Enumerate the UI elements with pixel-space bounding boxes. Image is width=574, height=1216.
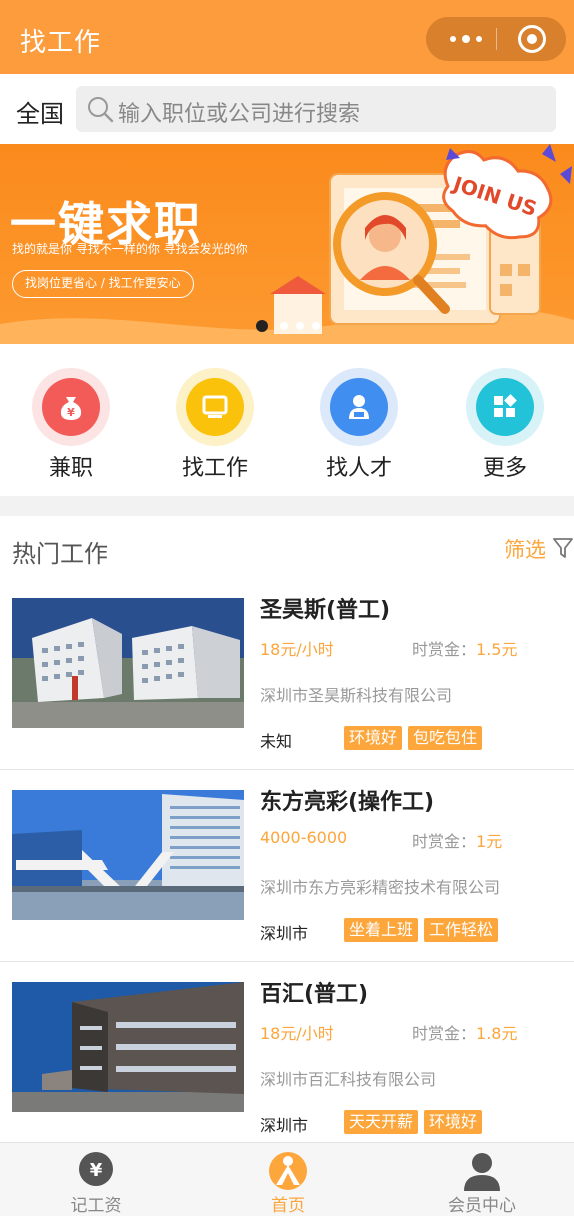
job-tag: 天天开薪 [344, 1110, 419, 1134]
icon-ring [320, 368, 398, 446]
job-photo [12, 982, 244, 1112]
job-city: 未知 [260, 732, 293, 751]
bottom-tab-bar: ¥ 记工资 首页 会员中心 [0, 1142, 574, 1216]
bounty-label: 时赏金： [412, 640, 477, 659]
carousel-dot[interactable] [296, 322, 304, 330]
tab-home[interactable]: 首页 [218, 1143, 358, 1216]
carousel-dot[interactable] [280, 322, 288, 330]
capsule-divider [496, 28, 497, 50]
tab-member-center[interactable]: 会员中心 [412, 1143, 552, 1216]
job-tag: 环境好 [424, 1110, 483, 1134]
quick-item-label: 找人才 [325, 456, 392, 481]
top-nav-bar: 找工作 [0, 0, 574, 74]
job-city: 深圳市 [260, 1116, 309, 1135]
job-card[interactable]: 东方亮彩(操作工) 4000-6000 时赏金：1元 深圳市东方亮彩精密技术有限… [0, 770, 574, 962]
quick-item-find-talent[interactable]: 找人才 [314, 368, 404, 488]
filter-icon[interactable] [552, 536, 574, 560]
job-title: 东方亮彩(操作工) [260, 790, 435, 815]
job-tag: 环境好 [344, 726, 403, 750]
svg-text:¥: ¥ [67, 406, 75, 419]
home-person-icon [269, 1152, 307, 1190]
bounty-label: 时赏金： [412, 832, 477, 851]
bounty-value: 1元 [476, 832, 503, 851]
job-tag: 坐着上班 [344, 918, 419, 942]
job-card[interactable]: 百汇(普工) 18元/小时 时赏金：1.8元 深圳市百汇科技有限公司 深圳市 天… [0, 962, 574, 1154]
job-company: 深圳市东方亮彩精密技术有限公司 [260, 878, 501, 897]
region-selector[interactable]: 全国 [16, 94, 64, 129]
job-tags: 坐着上班 工作轻松 [344, 918, 504, 942]
job-salary: 4000-6000 [260, 828, 348, 847]
more-dots-icon[interactable] [444, 29, 494, 49]
job-salary: 18元/小时 [260, 1024, 334, 1043]
search-icon [88, 97, 114, 123]
job-photo [12, 598, 244, 728]
job-tags: 天天开薪 环境好 [344, 1110, 488, 1134]
quick-item-label: 找工作 [181, 456, 248, 481]
search-input[interactable]: 输入职位或公司进行搜索 [76, 86, 556, 132]
mini-program-capsule [426, 17, 566, 61]
banner-slogan: 找的就是你 寻找不一样的你 寻找会发光的你 [12, 242, 248, 256]
job-card[interactable]: 圣昊斯(普工) 18元/小时 时赏金：1.5元 深圳市圣昊斯科技有限公司 未知 … [0, 578, 574, 770]
job-title: 百汇(普工) [260, 982, 369, 1007]
carousel-dot[interactable] [312, 322, 320, 330]
close-target-icon[interactable] [518, 25, 546, 53]
quick-item-part-time[interactable]: ¥ 兼职 [26, 368, 116, 488]
svg-text:¥: ¥ [90, 1160, 103, 1181]
job-tags: 环境好 包吃包住 [344, 726, 488, 750]
job-company: 深圳市圣昊斯科技有限公司 [260, 686, 453, 705]
bounty-value: 1.5元 [476, 640, 518, 659]
job-title: 圣昊斯(普工) [260, 598, 391, 623]
bounty-value: 1.8元 [476, 1024, 518, 1043]
yen-icon: ¥ [79, 1152, 113, 1186]
hot-jobs-section: 热门工作 筛选 圣昊斯(普工) 18元/小时 时赏金：1.5元 深圳市圣昊斯科技… [0, 516, 574, 1142]
bounty-label: 时赏金： [412, 1024, 477, 1043]
quick-item-find-job[interactable]: 找工作 [170, 368, 260, 488]
tab-salary-record[interactable]: ¥ 记工资 [26, 1143, 166, 1216]
tab-label: 首页 [271, 1196, 305, 1216]
promo-banner[interactable]: 一键求职 找的就是你 寻找不一样的你 寻找会发光的你 找岗位更省心 / 找工作更… [0, 144, 574, 344]
job-bounty: 时赏金：1.8元 [412, 1020, 517, 1044]
tab-label: 会员中心 [448, 1196, 516, 1216]
person-icon [330, 378, 388, 436]
banner-illustration: JOIN US [270, 144, 572, 334]
job-tag: 包吃包住 [408, 726, 483, 750]
money-bag-icon: ¥ [42, 378, 100, 436]
banner-pill: 找岗位更省心 / 找工作更安心 [12, 270, 194, 298]
filter-button[interactable]: 筛选 [504, 534, 546, 564]
search-placeholder: 输入职位或公司进行搜索 [118, 102, 361, 127]
icon-ring [466, 368, 544, 446]
job-bounty: 时赏金：1元 [412, 828, 502, 852]
job-salary: 18元/小时 [260, 640, 334, 659]
grid-icon [476, 378, 534, 436]
quick-item-label: 兼职 [48, 456, 93, 481]
search-row: 全国 输入职位或公司进行搜索 [0, 74, 574, 144]
job-tag: 工作轻松 [424, 918, 499, 942]
page-title: 找工作 [20, 28, 102, 58]
section-heading: 热门工作 [12, 540, 108, 568]
tab-label: 记工资 [70, 1196, 122, 1216]
monitor-icon [186, 378, 244, 436]
job-bounty: 时赏金：1.5元 [412, 636, 517, 660]
quick-item-more[interactable]: 更多 [460, 368, 550, 488]
quick-item-label: 更多 [482, 456, 527, 481]
carousel-dot-active[interactable] [256, 320, 268, 332]
member-icon [464, 1153, 500, 1191]
icon-ring: ¥ [32, 368, 110, 446]
job-city: 深圳市 [260, 924, 309, 943]
icon-ring [176, 368, 254, 446]
quick-menu: ¥ 兼职 找工作 找人才 更多 [0, 344, 574, 496]
job-photo [12, 790, 244, 920]
job-company: 深圳市百汇科技有限公司 [260, 1070, 437, 1089]
